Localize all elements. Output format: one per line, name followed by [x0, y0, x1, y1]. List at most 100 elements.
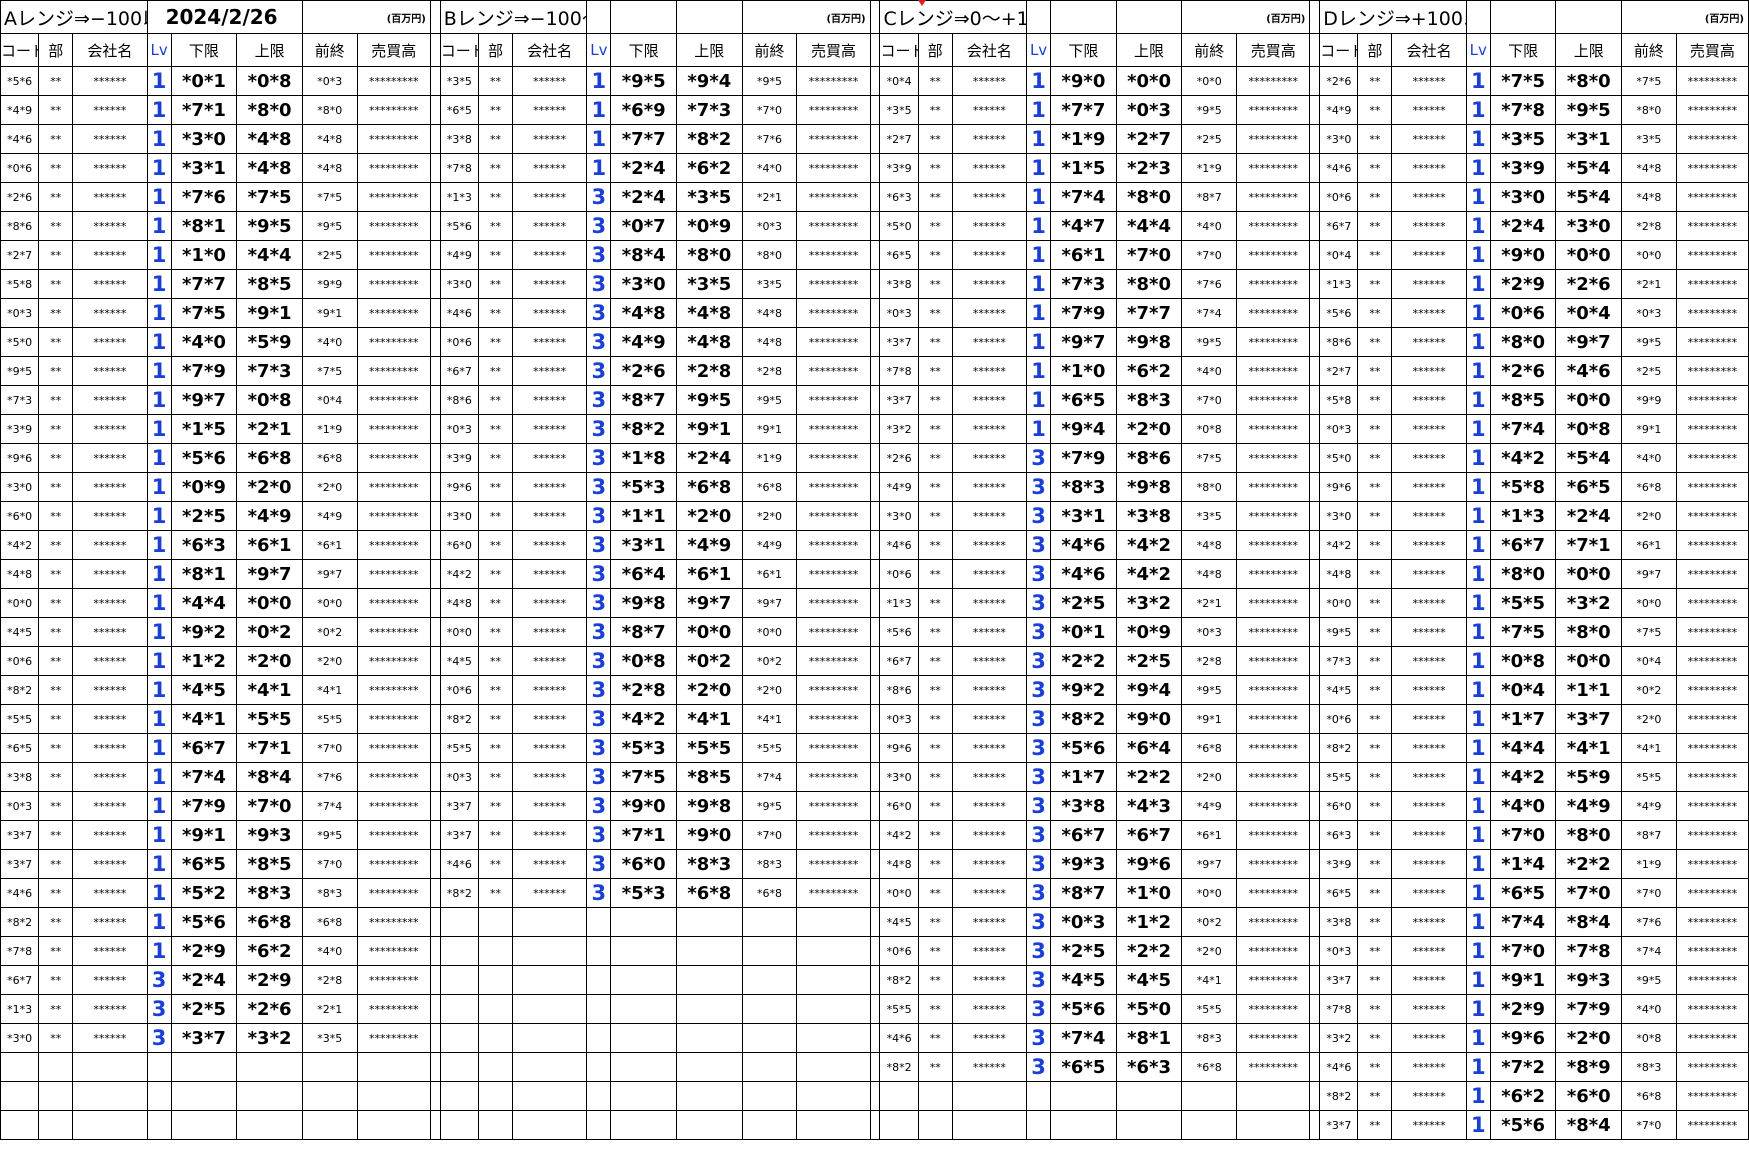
cell-lv[interactable]: 1	[146, 762, 172, 792]
cell-name[interactable]: ******	[1391, 1052, 1467, 1082]
cell-name[interactable]: ******	[72, 182, 148, 212]
cell-prev[interactable]: *4*8	[741, 327, 798, 357]
cell-name[interactable]: ******	[951, 95, 1028, 125]
cell-lo[interactable]: *8*7	[610, 385, 677, 415]
cell-bu[interactable]: **	[38, 95, 74, 125]
cell-lv[interactable]: 3	[1026, 530, 1052, 560]
cell-lv[interactable]: 1	[1026, 124, 1052, 154]
empty-cell[interactable]	[879, 1110, 919, 1140]
cell-name[interactable]: ******	[511, 675, 588, 705]
cell-lv[interactable]: 3	[586, 646, 612, 676]
cell-lv[interactable]: 1	[1465, 269, 1491, 299]
cell-lv[interactable]: 3	[1026, 965, 1052, 995]
cell-prev[interactable]: *9*5	[1181, 675, 1238, 705]
cell-lo[interactable]: *0*1	[170, 66, 238, 96]
cell-bu[interactable]: **	[478, 414, 513, 444]
cell-hi[interactable]: *9*5	[676, 385, 743, 415]
cell-name[interactable]: ******	[72, 849, 148, 879]
cell-lv[interactable]: 1	[146, 907, 172, 937]
cell-bu[interactable]: **	[917, 356, 953, 386]
cell-code[interactable]: *8*6	[439, 385, 480, 415]
cell-name[interactable]: ******	[951, 66, 1028, 96]
empty-cell[interactable]	[170, 1052, 238, 1082]
cell-bu[interactable]: **	[1357, 675, 1393, 705]
cell-bu[interactable]: **	[38, 820, 74, 850]
cell-code[interactable]: *8*2	[0, 907, 40, 937]
cell-lv[interactable]: 1	[1026, 240, 1052, 270]
cell-name[interactable]: ******	[1391, 124, 1467, 154]
cell-hi[interactable]: *4*9	[676, 530, 743, 560]
cell-lv[interactable]: 1	[146, 182, 172, 212]
cell-bu[interactable]: **	[1357, 182, 1393, 212]
cell-vol[interactable]: *********	[1675, 588, 1749, 618]
cell-name[interactable]: ******	[72, 327, 148, 357]
cell-name[interactable]: ******	[72, 1023, 148, 1053]
cell-lv[interactable]: 1	[1465, 878, 1491, 908]
empty-cell[interactable]	[586, 907, 612, 937]
cell-code[interactable]: *0*3	[0, 791, 40, 821]
cell-vol[interactable]: *********	[796, 559, 871, 589]
cell-prev[interactable]: *1*9	[1621, 849, 1677, 879]
empty-cell[interactable]	[0, 1081, 40, 1111]
cell-vol[interactable]: *********	[356, 704, 431, 734]
cell-lo[interactable]: *6*7	[1489, 530, 1557, 560]
cell-vol[interactable]: *********	[1236, 95, 1311, 125]
cell-prev[interactable]: *4*9	[741, 530, 798, 560]
empty-cell[interactable]	[146, 1110, 172, 1140]
cell-code[interactable]: *0*0	[1319, 588, 1359, 618]
cell-bu[interactable]: **	[478, 559, 513, 589]
cell-lv[interactable]: 3	[586, 501, 612, 531]
empty-cell[interactable]	[38, 1081, 74, 1111]
cell-bu[interactable]: **	[917, 994, 953, 1024]
cell-hi[interactable]: *5*5	[676, 733, 743, 763]
cell-vol[interactable]: *********	[1236, 385, 1311, 415]
cell-name[interactable]: ******	[1391, 878, 1467, 908]
cell-name[interactable]: ******	[951, 675, 1028, 705]
cell-code[interactable]: *4*9	[879, 472, 919, 502]
cell-prev[interactable]: *2*0	[1621, 704, 1677, 734]
cell-code[interactable]: *4*9	[1319, 95, 1359, 125]
cell-prev[interactable]: *8*0	[1621, 95, 1677, 125]
cell-name[interactable]: ******	[951, 327, 1028, 357]
cell-name[interactable]: ******	[1391, 617, 1467, 647]
cell-code[interactable]: *0*6	[879, 559, 919, 589]
cell-lo[interactable]: *6*5	[1050, 1052, 1117, 1082]
cell-lv[interactable]: 3	[1026, 588, 1052, 618]
cell-prev[interactable]: *0*0	[1621, 240, 1677, 270]
header-lv[interactable]: Lv	[1026, 33, 1052, 67]
cell-lv[interactable]: 3	[586, 588, 612, 618]
cell-lo[interactable]: *7*0	[1489, 936, 1557, 966]
cell-hi[interactable]: *7*8	[1555, 936, 1623, 966]
cell-name[interactable]: ******	[511, 124, 588, 154]
cell-code[interactable]: *0*3	[439, 762, 480, 792]
cell-lo[interactable]: *8*5	[1489, 385, 1557, 415]
cell-name[interactable]: ******	[1391, 675, 1467, 705]
cell-code[interactable]: *8*2	[879, 965, 919, 995]
cell-lo[interactable]: *9*0	[1489, 240, 1557, 270]
cell-prev[interactable]: *0*0	[1621, 588, 1677, 618]
cell-hi[interactable]: *8*3	[236, 878, 303, 908]
empty-cell[interactable]	[917, 1081, 953, 1111]
cell-lv[interactable]: 3	[586, 182, 612, 212]
cell-code[interactable]: *3*9	[439, 443, 480, 473]
cell-bu[interactable]: **	[478, 240, 513, 270]
cell-name[interactable]: ******	[1391, 501, 1467, 531]
cell-code[interactable]: *5*0	[1319, 443, 1359, 473]
cell-lv[interactable]: 3	[1026, 936, 1052, 966]
cell-bu[interactable]: **	[38, 704, 74, 734]
cell-name[interactable]: ******	[72, 994, 148, 1024]
empty-cell[interactable]	[951, 1081, 1028, 1111]
cell-bu[interactable]: **	[917, 385, 953, 415]
cell-hi[interactable]: *4*2	[1115, 530, 1183, 560]
cell-hi[interactable]: *8*0	[1115, 182, 1183, 212]
cell-hi[interactable]: *8*4	[1555, 1110, 1623, 1140]
cell-lv[interactable]: 1	[1465, 385, 1491, 415]
cell-code[interactable]: *4*9	[439, 240, 480, 270]
cell-bu[interactable]: **	[917, 791, 953, 821]
cell-lo[interactable]: *7*7	[170, 269, 238, 299]
cell-lv[interactable]: 3	[1026, 501, 1052, 531]
cell-vol[interactable]: *********	[356, 501, 431, 531]
cell-lo[interactable]: *4*2	[610, 704, 677, 734]
cell-lo[interactable]: *4*2	[1489, 443, 1557, 473]
cell-lv[interactable]: 1	[146, 530, 172, 560]
